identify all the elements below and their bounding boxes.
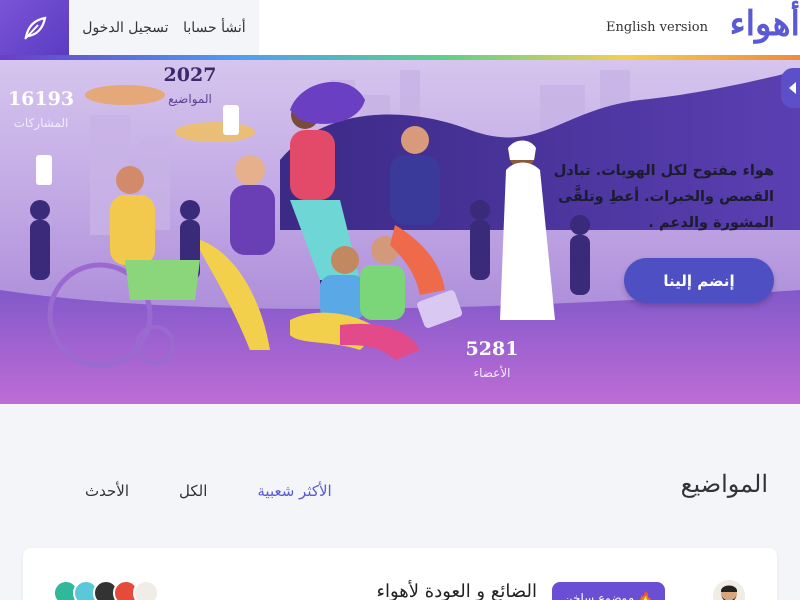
topics-count: 2027 <box>163 64 217 86</box>
stat-posts: 16193 المشاركات <box>6 88 76 130</box>
participant-avatar[interactable] <box>133 580 159 600</box>
auth-links: تسجيل الدخول أنشأ حسابا <box>69 0 259 55</box>
home-logo-button[interactable] <box>0 0 69 55</box>
hero-tagline: هواء مفتوح لكل الهويات. تبادل القصص والخ… <box>553 163 774 231</box>
fire-icon: 🔥 <box>638 591 654 600</box>
hot-topic-label: موضوع ساخن <box>563 591 635 600</box>
members-label: الأعضاء <box>473 366 511 380</box>
tab-all[interactable]: الكل <box>154 482 232 500</box>
topics-tabs: الأكثر شعبية الكل الأحدث <box>60 482 357 500</box>
topic-title[interactable]: الضائع و العودة لأهواء <box>377 581 537 600</box>
hero-banner: 16193 المشاركات 2027 المواضيع 5281 الأعض… <box>0 60 800 404</box>
english-version-link[interactable]: English version <box>606 20 708 35</box>
brand-logo[interactable]: أهواء <box>730 4 800 44</box>
stat-members: 5281 الأعضاء <box>462 338 522 380</box>
top-header: تسجيل الدخول أنشأ حسابا English version … <box>0 0 800 55</box>
signup-link[interactable]: أنشأ حسابا <box>183 20 246 36</box>
login-link[interactable]: تسجيل الدخول <box>82 20 168 36</box>
feather-logo-icon <box>23 16 46 40</box>
author-avatar[interactable] <box>713 580 745 600</box>
tab-latest[interactable]: الأحدث <box>60 482 154 500</box>
side-panel-toggle[interactable] <box>781 68 800 108</box>
page: تسجيل الدخول أنشأ حسابا English version … <box>0 0 800 600</box>
topics-label: المواضيع <box>168 92 212 106</box>
posts-label: المشاركات <box>13 116 69 130</box>
join-us-button[interactable]: إنضم إلينا <box>624 258 774 303</box>
participant-avatars <box>53 580 159 600</box>
stat-topics: 2027 المواضيع <box>160 64 220 106</box>
members-count: 5281 <box>465 338 519 360</box>
avatar-face-icon <box>721 585 737 600</box>
hot-topic-badge: 🔥 موضوع ساخن <box>552 582 665 600</box>
tab-popular[interactable]: الأكثر شعبية <box>232 482 356 500</box>
topics-heading: المواضيع <box>680 470 768 498</box>
topic-card[interactable]: 🔥 موضوع ساخن الضائع و العودة لأهواء <box>23 548 777 600</box>
posts-count: 16193 <box>7 88 75 110</box>
